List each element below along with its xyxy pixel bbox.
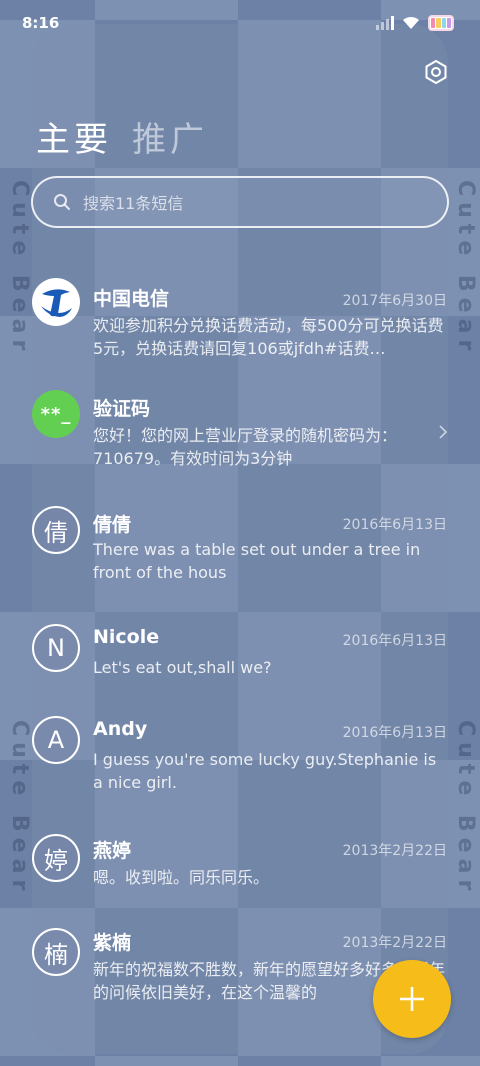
conversation-name: 中国电信: [93, 288, 170, 310]
conversation-date: 2017年6月30日: [342, 293, 447, 309]
conversation-item[interactable]: 倩 倩倩 2016年6月13日 There was a table set ou…: [0, 500, 480, 600]
conversation-item[interactable]: 婷 燕婷 2013年2月22日 嗯。收到啦。同乐同乐。: [0, 828, 480, 908]
contact-avatar: 婷: [32, 834, 80, 882]
contact-avatar: N: [32, 624, 80, 672]
contact-avatar: 倩: [32, 506, 80, 554]
tab-primary[interactable]: 主要: [36, 112, 112, 161]
signal-icon: [376, 16, 394, 30]
plus-icon: [400, 987, 424, 1011]
contact-avatar: A: [32, 716, 80, 764]
contact-avatar: 楠: [32, 928, 80, 976]
china-telecom-logo-icon: [32, 278, 80, 326]
conversation-date: 2016年6月13日: [342, 725, 447, 741]
search-placeholder: 搜索11条短信: [83, 194, 184, 213]
conversation-preview: 欢迎参加积分兑换话费活动，每500分可兑换话费5元，兑换话费请回复106或jfd…: [93, 316, 444, 358]
conversation-name: 倩倩: [93, 514, 132, 536]
chevron-right-icon: [439, 425, 448, 439]
conversation-date: 2013年2月22日: [342, 935, 447, 951]
conversation-preview: I guess you're some lucky guy.Stephanie …: [93, 750, 437, 792]
avatar-text: 楠: [44, 940, 68, 969]
status-bar: 8:16: [0, 0, 480, 46]
conversation-preview: 您好！您的网上营业厅登录的随机密码为：710679。有效时间为3分钟: [93, 426, 398, 468]
category-tabs: 主要 推广: [36, 112, 208, 161]
conversation-date: 2013年2月22日: [342, 843, 447, 859]
avatar-text: 倩: [44, 518, 68, 547]
battery-bar-3: [441, 18, 446, 28]
conversation-item[interactable]: **_ 验证码 您好！您的网上营业厅登录的随机密码为：710679。有效时间为3…: [0, 384, 480, 484]
battery-bar-1: [431, 18, 436, 28]
tab-promotions[interactable]: 推广: [132, 112, 208, 161]
battery-icon: [428, 15, 454, 31]
conversation-date: 2016年6月13日: [342, 517, 447, 533]
avatar-text: A: [47, 726, 65, 754]
conversation-name: Andy: [93, 718, 148, 740]
new-message-button[interactable]: [373, 960, 451, 1038]
conversation-preview: 嗯。收到啦。同乐同乐。: [93, 868, 270, 887]
conversation-item[interactable]: N Nicole 2016年6月13日 Let's eat out,shall …: [0, 618, 480, 698]
conversation-preview: There was a table set out under a tree i…: [93, 540, 421, 582]
battery-bar-4: [446, 18, 451, 28]
search-input[interactable]: 搜索11条短信: [31, 176, 449, 228]
gear-icon[interactable]: [424, 60, 448, 84]
conversation-name: 燕婷: [93, 840, 132, 862]
battery-bar-2: [436, 18, 441, 28]
conversation-item[interactable]: A Andy 2016年6月13日 I guess you're some lu…: [0, 710, 480, 810]
conversation-item[interactable]: 中国电信 2017年6月30日 欢迎参加积分兑换话费活动，每500分可兑换话费5…: [0, 270, 480, 370]
avatar-text: **_: [40, 403, 72, 425]
conversation-name: Nicole: [93, 626, 160, 648]
conversation-name: 验证码: [93, 398, 151, 420]
verification-code-avatar: **_: [32, 390, 80, 438]
status-icons: [376, 15, 454, 31]
conversation-name: 紫楠: [93, 932, 132, 954]
conversation-preview: Let's eat out,shall we?: [93, 658, 272, 677]
wifi-icon: [403, 16, 419, 29]
avatar-text: 婷: [44, 846, 68, 875]
avatar-text: N: [47, 634, 65, 662]
conversation-date: 2016年6月13日: [342, 633, 447, 649]
status-time: 8:16: [22, 14, 60, 32]
search-icon: [54, 194, 70, 210]
